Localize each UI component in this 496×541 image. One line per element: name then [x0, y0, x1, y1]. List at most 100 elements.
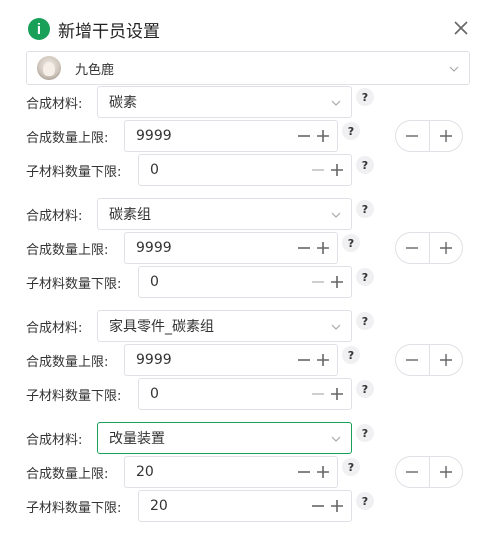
adjust-stepper[interactable] [395, 232, 463, 264]
upper-limit-row: 合成数量上限: [26, 232, 108, 264]
minus-icon[interactable] [297, 465, 311, 479]
material-select[interactable]: 家具零件_碳素组 [97, 310, 352, 342]
upper-limit-input[interactable]: 9999 [124, 120, 338, 152]
increase-button[interactable] [428, 457, 463, 487]
sub-lower-limit-value: 0 [150, 162, 159, 178]
plus-icon[interactable] [316, 465, 330, 479]
upper-limit-value: 9999 [136, 128, 172, 144]
decrease-button[interactable] [396, 233, 429, 263]
plus-icon[interactable] [330, 387, 344, 401]
upper-limit-label: 合成数量上限: [26, 130, 109, 146]
adjust-stepper[interactable] [395, 120, 463, 152]
minus-icon [406, 359, 419, 361]
help-icon[interactable]: ? [356, 88, 374, 106]
minus-icon[interactable] [311, 499, 325, 513]
material-value: 碳素组 [109, 207, 151, 223]
adjust-stepper[interactable] [395, 344, 463, 376]
upper-limit-value: 20 [136, 464, 154, 480]
material-label: 合成材料: [26, 96, 83, 112]
upper-limit-label: 合成数量上限: [26, 242, 109, 258]
sub-lower-limit-value: 0 [150, 386, 159, 402]
decrease-button[interactable] [396, 121, 429, 151]
sub-lower-limit-input[interactable]: 20 [138, 490, 352, 522]
minus-icon [312, 281, 324, 283]
plus-icon[interactable] [330, 499, 344, 513]
minus-icon [312, 169, 324, 171]
upper-limit-label: 合成数量上限: [26, 354, 109, 370]
help-icon[interactable]: ? [356, 492, 374, 510]
help-icon[interactable]: ? [342, 458, 360, 476]
help-icon[interactable]: ? [356, 200, 374, 218]
material-label: 合成材料: [26, 432, 83, 448]
material-value: 改量装置 [109, 431, 165, 447]
adjust-stepper[interactable] [395, 456, 463, 488]
decrease-button[interactable] [396, 345, 429, 375]
material-label: 合成材料: [26, 208, 83, 224]
help-icon[interactable]: ? [356, 268, 374, 286]
help-icon[interactable]: ? [342, 346, 360, 364]
plus-icon[interactable] [316, 353, 330, 367]
chevron-down-icon [331, 436, 341, 442]
plus-icon [439, 130, 452, 142]
sub-lower-limit-label: 子材料数量下限: [26, 500, 122, 516]
material-value: 家具零件_碳素组 [109, 319, 214, 335]
minus-icon[interactable] [297, 353, 311, 367]
minus-icon[interactable] [297, 241, 311, 255]
upper-limit-label: 合成数量上限: [26, 466, 109, 482]
sub-lower-limit-input[interactable]: 0 [138, 266, 352, 298]
sub-lower-limit-row: 子材料数量下限: [26, 154, 121, 186]
material-row: 合成材料: [26, 310, 82, 342]
increase-button[interactable] [428, 345, 463, 375]
chevron-down-icon [331, 100, 341, 106]
material-select[interactable]: 碳素 [97, 86, 352, 118]
operator-select[interactable]: 九色鹿 [26, 51, 470, 85]
upper-limit-row: 合成数量上限: [26, 120, 108, 152]
plus-icon[interactable] [330, 275, 344, 289]
increase-button[interactable] [428, 233, 463, 263]
chevron-down-icon [331, 212, 341, 218]
upper-limit-input[interactable]: 9999 [124, 344, 338, 376]
plus-icon[interactable] [316, 129, 330, 143]
minus-icon [406, 247, 419, 249]
material-row: 合成材料: [26, 422, 82, 454]
help-icon[interactable]: ? [356, 312, 374, 330]
increase-button[interactable] [428, 121, 463, 151]
upper-limit-input[interactable]: 9999 [124, 232, 338, 264]
help-icon[interactable]: ? [342, 234, 360, 252]
sub-lower-limit-label: 子材料数量下限: [26, 388, 122, 404]
info-icon: i [28, 18, 50, 40]
decrease-button[interactable] [396, 457, 429, 487]
upper-limit-value: 9999 [136, 352, 172, 368]
material-select[interactable]: 碳素组 [97, 198, 352, 230]
dialog-title: 新增干员设置 [58, 21, 160, 42]
help-icon[interactable]: ? [356, 380, 374, 398]
material-row: 合成材料: [26, 198, 82, 230]
minus-icon [406, 135, 419, 137]
sub-lower-limit-value: 0 [150, 274, 159, 290]
chevron-down-icon [331, 324, 341, 330]
help-icon[interactable]: ? [342, 122, 360, 140]
sub-lower-limit-input[interactable]: 0 [138, 154, 352, 186]
help-icon[interactable]: ? [356, 424, 374, 442]
material-select[interactable]: 改量装置 [97, 422, 352, 454]
help-icon[interactable]: ? [356, 156, 374, 174]
sub-lower-limit-row: 子材料数量下限: [26, 490, 121, 522]
plus-icon [439, 242, 452, 254]
material-row: 合成材料: [26, 86, 82, 118]
chevron-down-icon [449, 66, 459, 72]
sub-lower-limit-label: 子材料数量下限: [26, 276, 122, 292]
plus-icon[interactable] [316, 241, 330, 255]
minus-icon[interactable] [297, 129, 311, 143]
sub-lower-limit-row: 子材料数量下限: [26, 266, 121, 298]
upper-limit-value: 9999 [136, 240, 172, 256]
sub-lower-limit-input[interactable]: 0 [138, 378, 352, 410]
close-icon[interactable] [452, 19, 470, 37]
operator-name: 九色鹿 [75, 62, 115, 78]
sub-lower-limit-value: 20 [150, 498, 168, 514]
minus-icon [406, 471, 419, 473]
upper-limit-row: 合成数量上限: [26, 344, 108, 376]
plus-icon [439, 354, 452, 366]
plus-icon[interactable] [330, 163, 344, 177]
sub-lower-limit-label: 子材料数量下限: [26, 164, 122, 180]
upper-limit-input[interactable]: 20 [124, 456, 338, 488]
